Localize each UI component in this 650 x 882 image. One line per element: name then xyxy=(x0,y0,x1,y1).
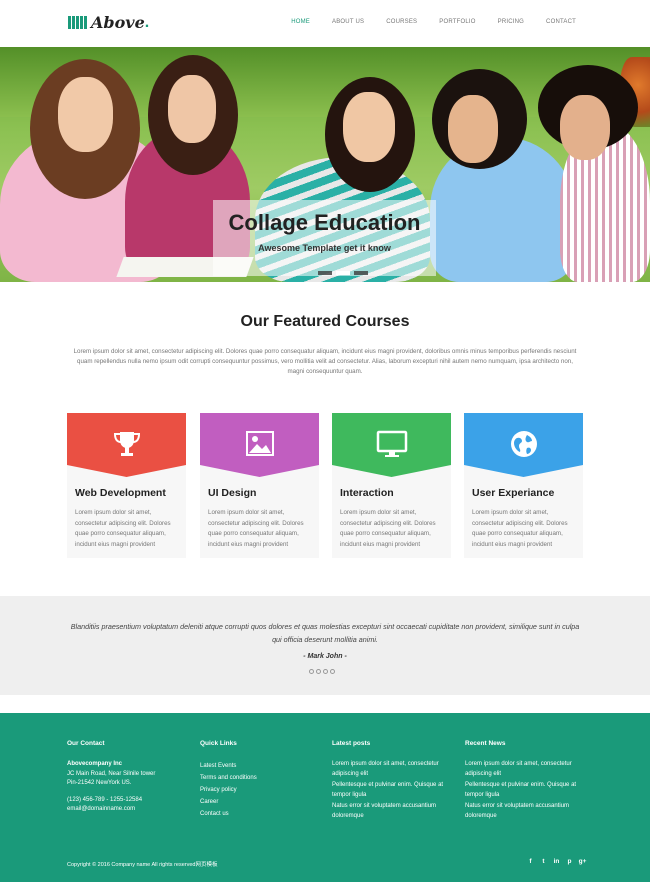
company-name: Abovecompany Inc xyxy=(67,761,123,767)
slider-dot-3[interactable] xyxy=(354,271,368,275)
slider-dots xyxy=(318,271,368,275)
card-notch xyxy=(464,465,583,477)
recent-news-item[interactable]: Lorem ipsum dolor sit amet, consectetur … xyxy=(465,760,590,779)
hero-caption: Collage Education Awesome Template get i… xyxy=(213,200,436,276)
nav-courses[interactable]: COURSES xyxy=(386,19,417,25)
testimonial-dot-1[interactable] xyxy=(309,669,314,674)
testimonial-author: - Mark John - xyxy=(303,653,347,660)
linkedin-icon[interactable]: in xyxy=(553,858,560,865)
card-header xyxy=(332,413,451,477)
slider-dot-2[interactable] xyxy=(336,271,350,275)
course-card-web-development[interactable]: Web Development Lorem ipsum dolor sit am… xyxy=(67,413,186,558)
monitor-icon xyxy=(332,427,451,461)
card-header xyxy=(200,413,319,477)
testimonial-dots xyxy=(309,669,335,674)
quick-link-career[interactable]: Career xyxy=(200,796,322,808)
google-plus-icon[interactable]: g+ xyxy=(579,858,587,865)
phone-number: (123) 456-789 - 1255-12584 xyxy=(67,796,143,803)
footer-recent-news: Recent News Lorem ipsum dolor sit amet, … xyxy=(465,740,590,823)
footer-contact: Our Contact Abovecompany Inc JC Main Roa… xyxy=(67,740,189,815)
testimonial-dot-2[interactable] xyxy=(316,669,321,674)
copyright: Copyright © 2016 Company name All rights… xyxy=(67,862,218,868)
email-address[interactable]: email@domainname.com xyxy=(67,805,189,815)
card-title: UI Design xyxy=(208,487,257,499)
student-2-face xyxy=(168,75,216,143)
card-text: Lorem ipsum dolor sit amet, consectetur … xyxy=(75,509,171,548)
quick-link-contact[interactable]: Contact us xyxy=(200,808,322,820)
card-header xyxy=(464,413,583,477)
globe-icon xyxy=(464,427,583,461)
footer-recent-news-heading: Recent News xyxy=(465,740,506,747)
testimonial-quote: Blanditiis praesentium voluptatum deleni… xyxy=(70,622,580,644)
nav-home[interactable]: HOME xyxy=(291,19,310,25)
social-links: f t in p g+ xyxy=(527,858,586,865)
featured-title: Our Featured Courses xyxy=(240,313,410,330)
footer-quick-links-heading: Quick Links xyxy=(200,740,237,747)
card-title: Web Development xyxy=(75,487,166,499)
nav-pricing[interactable]: PRICING xyxy=(498,19,524,25)
footer-contact-heading: Our Contact xyxy=(67,740,105,747)
card-notch xyxy=(67,465,186,477)
quick-link-privacy[interactable]: Privacy policy xyxy=(200,784,322,796)
student-3-face xyxy=(343,92,395,162)
trophy-icon xyxy=(67,427,186,461)
featured-description: Lorem ipsum dolor sit amet, consectetur … xyxy=(73,348,577,375)
card-title: Interaction xyxy=(340,487,394,499)
hero-subtitle: Awesome Template get it know xyxy=(258,243,391,253)
student-4-face xyxy=(448,95,498,163)
footer-latest-posts-heading: Latest posts xyxy=(332,740,371,747)
site-header: Above . HOME ABOUT US COURSES PORTFOLIO … xyxy=(0,0,650,47)
nav-about-us[interactable]: ABOUT US xyxy=(332,19,364,25)
testimonial-section: Blanditiis praesentium voluptatum deleni… xyxy=(0,596,650,695)
picture-icon xyxy=(200,427,319,461)
testimonial-dot-3[interactable] xyxy=(323,669,328,674)
quick-link-latest-events[interactable]: Latest Events xyxy=(200,760,322,772)
card-text: Lorem ipsum dolor sit amet, consectetur … xyxy=(472,509,568,548)
card-notch xyxy=(200,465,319,477)
footer-latest-posts: Latest posts Lorem ipsum dolor sit amet,… xyxy=(332,740,454,823)
latest-post-item[interactable]: Natus error sit voluptatem accusantium d… xyxy=(332,802,454,821)
logo[interactable]: Above . xyxy=(68,13,149,32)
logo-books-icon xyxy=(68,16,87,29)
logo-dot: . xyxy=(144,13,150,31)
site-footer: Our Contact Abovecompany Inc JC Main Roa… xyxy=(0,713,650,882)
quick-link-terms[interactable]: Terms and conditions xyxy=(200,772,322,784)
recent-news-item[interactable]: Natus error sit voluptatem accusantium d… xyxy=(465,802,590,821)
logo-text: Above xyxy=(91,13,145,32)
latest-post-item[interactable]: Lorem ipsum dolor sit amet, consectetur … xyxy=(332,760,454,779)
testimonial-dot-4[interactable] xyxy=(330,669,335,674)
student-5-face xyxy=(560,95,610,160)
hero-title: Collage Education xyxy=(228,210,421,235)
course-card-user-experiance[interactable]: User Experiance Lorem ipsum dolor sit am… xyxy=(464,413,583,558)
card-header xyxy=(67,413,186,477)
main-nav: HOME ABOUT US COURSES PORTFOLIO PRICING … xyxy=(269,19,576,25)
address-line-2: Pin-21542 NewYork US. xyxy=(67,780,132,786)
student-1-face xyxy=(58,77,113,152)
course-card-ui-design[interactable]: UI Design Lorem ipsum dolor sit amet, co… xyxy=(200,413,319,558)
course-card-interaction[interactable]: Interaction Lorem ipsum dolor sit amet, … xyxy=(332,413,451,558)
latest-post-item[interactable]: Pellentesque et pulvinar enim. Quisque a… xyxy=(332,781,454,800)
pinterest-icon[interactable]: p xyxy=(566,858,573,865)
recent-news-item[interactable]: Pellentesque et pulvinar enim. Quisque a… xyxy=(465,781,590,800)
hero-slider: Collage Education Awesome Template get i… xyxy=(0,47,650,282)
slider-dot-1[interactable] xyxy=(318,271,332,275)
quick-links-list: Latest Events Terms and conditions Priva… xyxy=(200,760,322,820)
card-text: Lorem ipsum dolor sit amet, consectetur … xyxy=(340,509,436,548)
address-line-1: JC Main Road, Near Silnile tower xyxy=(67,770,156,777)
nav-portfolio[interactable]: PORTFOLIO xyxy=(439,19,475,25)
nav-contact[interactable]: CONTACT xyxy=(546,19,576,25)
card-notch xyxy=(332,465,451,477)
card-text: Lorem ipsum dolor sit amet, consectetur … xyxy=(208,509,304,548)
facebook-icon[interactable]: f xyxy=(527,858,534,865)
card-title: User Experiance xyxy=(472,487,555,499)
footer-quick-links: Quick Links Latest Events Terms and cond… xyxy=(200,740,322,820)
twitter-icon[interactable]: t xyxy=(540,858,547,865)
